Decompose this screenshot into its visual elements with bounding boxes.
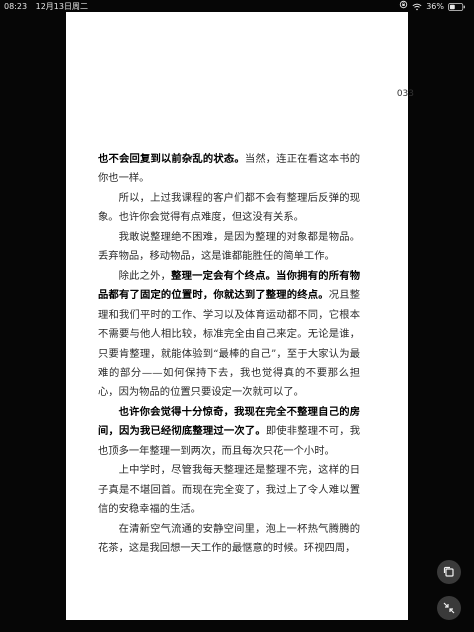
text-segment: 况且整理和我们平时的工作、学习以及体育运动都不同，它根本不需要与他人相比较，标准… (98, 289, 361, 399)
text-segment: 在清新空气流通的安静空间里，泡上一杯热气腾腾的花茶，这是我回想一天工作的最惬意的… (98, 522, 360, 555)
status-date: 12月13日周二 (35, 2, 88, 11)
screen-orientation-icon (442, 565, 456, 579)
paragraph: 除此之外，整理一定会有个终点。当你拥有的所有物品都有了固定的位置时，你就达到了整… (98, 267, 360, 403)
text-segment: 除此之外， (118, 269, 172, 282)
paragraph: 在清新空气流通的安静空间里，泡上一杯热气腾腾的花茶，这是我回想一天工作的最惬意的… (98, 520, 360, 559)
page-number: 033 (396, 89, 414, 99)
battery-icon (448, 3, 466, 11)
page-text[interactable]: 也不会回复到以前杂乱的状态。当然，连正在看这本书的你也一样。 所以，上过我课程的客… (98, 150, 360, 559)
wifi-icon (412, 3, 422, 11)
paragraph: 也不会回复到以前杂乱的状态。当然，连正在看这本书的你也一样。 (98, 150, 360, 189)
text-segment: 上中学时，尽管我每天整理还是整理不完，这样的日子真是不堪回首。而现在完全变了，我… (98, 464, 360, 516)
paragraph: 所以，上过我课程的客户们都不会有整理后反弹的现象。也许你会觉得有点难度，但这没有… (98, 189, 360, 228)
text-segment: 所以，上过我课程的客户们都不会有整理后反弹的现象。也许你会觉得有点难度，但这没有… (98, 191, 360, 224)
status-time: 08:23 (4, 2, 28, 11)
paragraph: 我敢说整理绝不困难，是因为整理的对象都是物品。丢弃物品，移动物品，这是谁都能胜任… (98, 228, 360, 267)
battery-percent: 36% (426, 2, 444, 11)
collapse-button[interactable] (437, 596, 461, 620)
bold-text: 也不会回复到以前杂乱的状态。 (98, 153, 245, 165)
collapse-arrows-icon (442, 601, 456, 615)
screen-orientation-button[interactable] (437, 560, 461, 584)
paragraph: 也许你会觉得十分惊奇，我现在完全不整理自己的房间，因为我已经彻底整理过一次了。即… (98, 403, 360, 461)
text-segment: 我敢说整理绝不困难，是因为整理的对象都是物品。丢弃物品，移动物品，这是谁都能胜任… (98, 230, 360, 263)
status-right: 36% (399, 0, 466, 14)
paragraph: 上中学时，尽管我每天整理还是整理不完，这样的日子真是不堪回首。而现在完全变了，我… (98, 461, 360, 519)
